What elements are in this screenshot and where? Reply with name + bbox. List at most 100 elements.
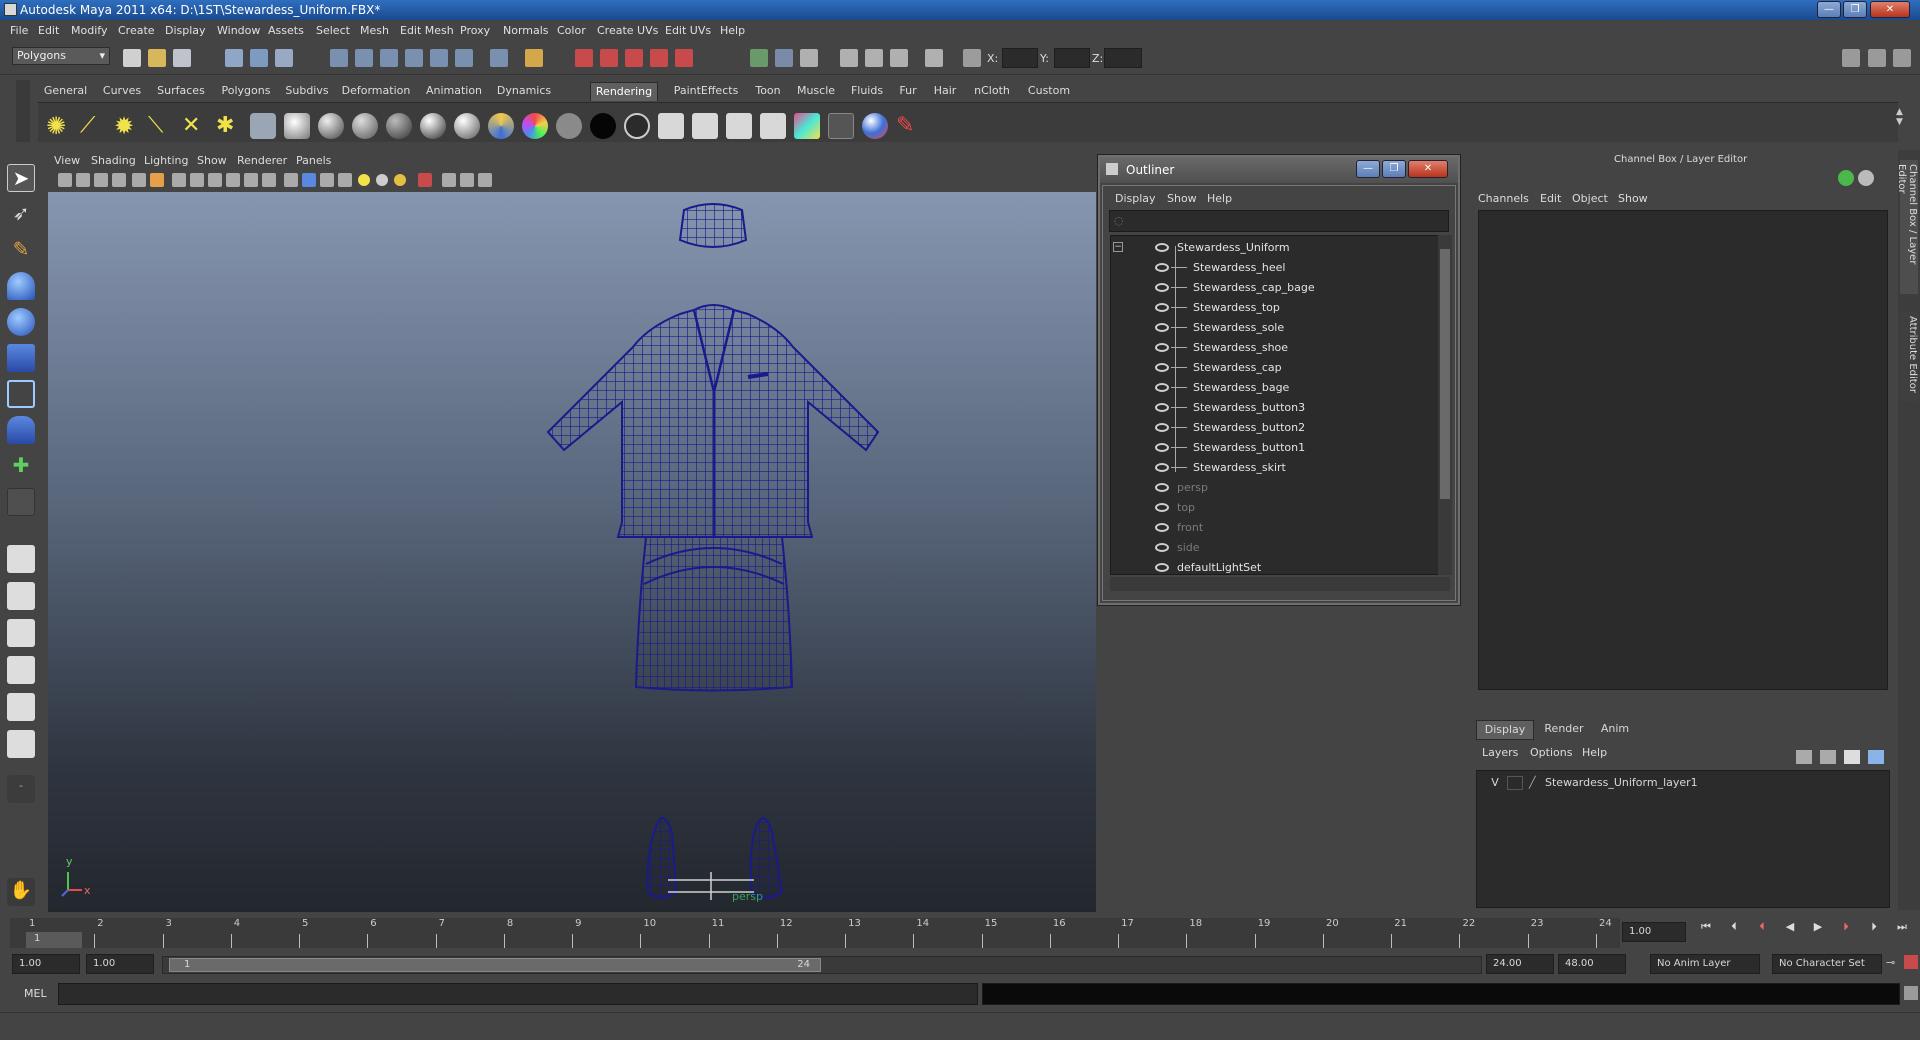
- new-layer-empty-icon[interactable]: [1796, 750, 1812, 764]
- paint-select-tool-icon[interactable]: ✎: [7, 236, 35, 264]
- outliner-item[interactable]: Stewardess_shoe: [1111, 338, 1439, 358]
- layers-menu[interactable]: Layers: [1482, 746, 1518, 759]
- outliner-item[interactable]: Stewardess_sole: [1111, 318, 1439, 338]
- 2d-pan-icon[interactable]: [132, 173, 146, 187]
- layer-options-menu[interactable]: Options: [1530, 746, 1572, 759]
- menu-edit-uvs[interactable]: Edit UVs: [665, 24, 711, 37]
- tab-toon[interactable]: Toon: [750, 82, 786, 101]
- playback-end-field[interactable]: 24.00: [1486, 954, 1554, 974]
- step-back-frame-icon[interactable]: ⏴: [1726, 920, 1742, 934]
- quick-layout-icon[interactable]: ✋: [7, 878, 35, 906]
- z-field[interactable]: [1104, 48, 1142, 68]
- show-manipulator-icon[interactable]: ✚: [7, 452, 35, 480]
- rotate-tool-icon[interactable]: [7, 308, 35, 336]
- play-backwards-icon[interactable]: ◀: [1782, 920, 1798, 934]
- layout-menu-icon[interactable]: -: [7, 775, 35, 803]
- snap-curve-icon[interactable]: [355, 49, 373, 67]
- panel-menu-shading[interactable]: Shading: [91, 154, 136, 167]
- outliner-title-bar[interactable]: Outliner — ❐ ✕: [1100, 157, 1458, 183]
- hypershade-shelf-icon[interactable]: [794, 113, 820, 139]
- menu-normals[interactable]: Normals: [503, 24, 549, 37]
- select-hierarchy-icon[interactable]: [225, 49, 243, 67]
- tab-fur[interactable]: Fur: [893, 82, 923, 101]
- step-forward-frame-icon[interactable]: ⏵: [1866, 920, 1882, 934]
- snap-point-icon[interactable]: [380, 49, 398, 67]
- outliner-item[interactable]: Stewardess_cap_bage: [1111, 278, 1439, 298]
- menu-window[interactable]: Window: [217, 24, 260, 37]
- show-panel-icon[interactable]: [775, 49, 793, 67]
- tab-animation[interactable]: Animation: [418, 82, 490, 101]
- outliner-vertical-scrollbar[interactable]: [1438, 235, 1452, 575]
- auto-key-icon[interactable]: ⊸: [1886, 956, 1895, 969]
- layer-color-icon[interactable]: ╱: [1529, 776, 1541, 790]
- perspective-graph-layout-icon[interactable]: [7, 656, 35, 684]
- layer-tab-render[interactable]: Render: [1536, 720, 1592, 740]
- mel-command-input[interactable]: [58, 983, 978, 1005]
- side-tab-attribute-editor[interactable]: Attribute Editor: [1900, 312, 1918, 402]
- phong-material-icon[interactable]: [420, 113, 446, 139]
- outliner-item[interactable]: defaultLightSet: [1111, 558, 1439, 574]
- layered-shader-icon[interactable]: [488, 113, 514, 139]
- channels-menu[interactable]: Channels: [1478, 192, 1529, 205]
- attribute-editor-toggle-icon[interactable]: [1893, 49, 1911, 67]
- menu-file[interactable]: File: [10, 24, 28, 37]
- tab-hair[interactable]: Hair: [926, 82, 964, 101]
- maximize-button[interactable]: ❐: [1843, 1, 1867, 18]
- last-used-tool-icon[interactable]: [7, 488, 35, 516]
- outliner-item[interactable]: side: [1111, 538, 1439, 558]
- outliner-menu-help[interactable]: Help: [1207, 192, 1232, 205]
- camera-shelf-icon[interactable]: [250, 113, 276, 139]
- save-scene-icon[interactable]: [173, 49, 191, 67]
- tab-muscle[interactable]: Muscle: [791, 82, 841, 101]
- xray-joints-icon[interactable]: [460, 173, 474, 187]
- perspective-viewport[interactable]: y x persp: [48, 192, 1096, 912]
- texture-checker-icon[interactable]: [692, 113, 718, 139]
- soft-modification-icon[interactable]: [7, 416, 35, 444]
- bookmark-icon[interactable]: [94, 173, 108, 187]
- tab-surfaces[interactable]: Surfaces: [150, 82, 212, 101]
- channels-show-menu[interactable]: Show: [1618, 192, 1648, 205]
- tab-custom[interactable]: Custom: [1022, 82, 1076, 101]
- menu-display[interactable]: Display: [165, 24, 206, 37]
- tool-settings-icon[interactable]: [890, 49, 908, 67]
- current-frame-marker[interactable]: 1: [26, 932, 82, 948]
- render-frame-icon[interactable]: [575, 49, 593, 67]
- ipr-render-icon[interactable]: [600, 49, 618, 67]
- isolate-select-icon[interactable]: [418, 173, 432, 187]
- outliner-menu-display[interactable]: Display: [1115, 192, 1156, 205]
- high-quality-icon[interactable]: [394, 174, 406, 186]
- panel-menu-lighting[interactable]: Lighting: [144, 154, 188, 167]
- character-set-dropdown[interactable]: No Character Set: [1772, 954, 1882, 974]
- tab-rendering[interactable]: Rendering: [590, 82, 658, 101]
- menu-help[interactable]: Help: [720, 24, 745, 37]
- render-view-icon[interactable]: [675, 49, 693, 67]
- point-light-icon[interactable]: ✹: [114, 113, 140, 139]
- transform-icon[interactable]: [925, 49, 943, 67]
- stewardess-skirt-mesh[interactable]: [634, 536, 794, 692]
- tab-fluids[interactable]: Fluids: [845, 82, 889, 101]
- input-line-icon[interactable]: [750, 49, 768, 67]
- blinn-material-icon[interactable]: [352, 113, 378, 139]
- texture-ramp-icon[interactable]: [726, 113, 752, 139]
- lock-camera-icon[interactable]: [76, 173, 90, 187]
- select-camera-icon[interactable]: [58, 173, 72, 187]
- use-background-icon[interactable]: [624, 113, 650, 139]
- camera-attributes-icon[interactable]: [150, 173, 164, 187]
- attribute-icon[interactable]: [800, 49, 818, 67]
- menu-create[interactable]: Create: [118, 24, 155, 37]
- layer-name[interactable]: Stewardess_Uniform_layer1: [1545, 776, 1698, 789]
- channel-box-toggle-icon[interactable]: [1842, 49, 1860, 67]
- outliner-item[interactable]: top: [1111, 498, 1439, 518]
- ambient-light-icon[interactable]: ✺: [46, 113, 72, 139]
- layer-visibility-toggle[interactable]: V: [1487, 776, 1503, 790]
- hypershade-icon[interactable]: [650, 49, 668, 67]
- menu-modify[interactable]: Modify: [71, 24, 107, 37]
- absolute-transform-icon[interactable]: [963, 49, 981, 67]
- open-scene-icon[interactable]: [148, 49, 166, 67]
- outliner-item[interactable]: Stewardess_cap: [1111, 358, 1439, 378]
- outliner-horizontal-scrollbar[interactable]: [1110, 577, 1450, 591]
- step-forward-key-icon[interactable]: ⏵: [1838, 920, 1854, 934]
- move-tool-icon[interactable]: [7, 272, 35, 300]
- perspective-outliner-layout-icon[interactable]: [7, 619, 35, 647]
- render-sphere-icon[interactable]: [284, 113, 310, 139]
